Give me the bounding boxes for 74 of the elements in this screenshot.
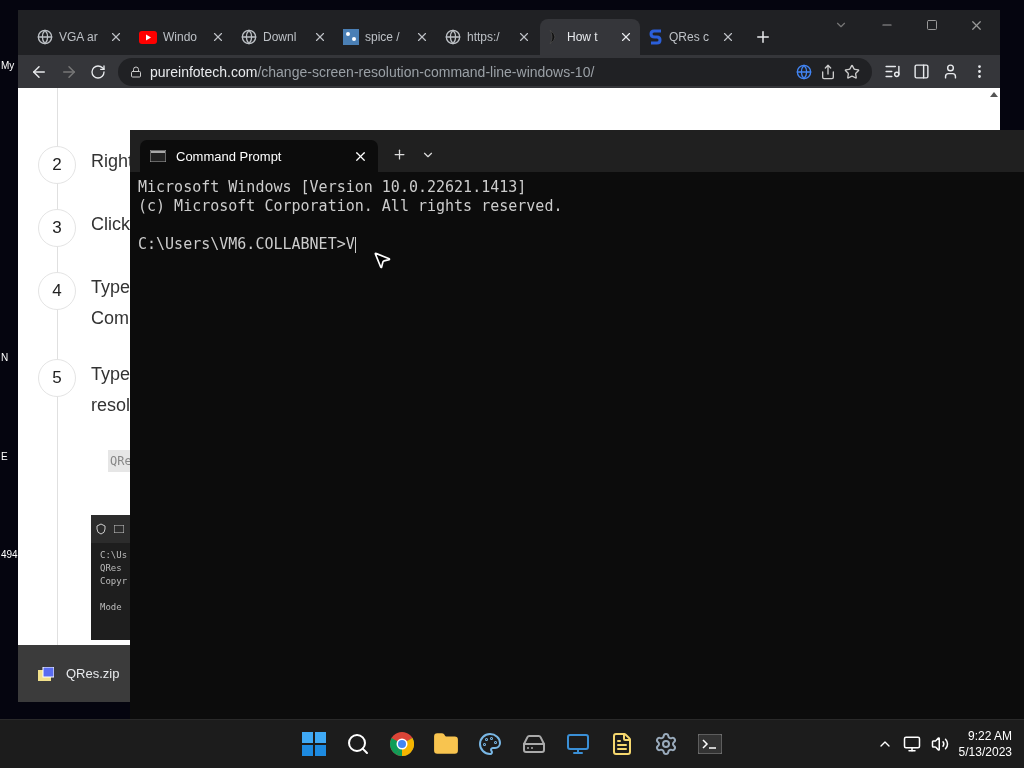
drive-icon[interactable] xyxy=(522,732,546,756)
close-icon[interactable] xyxy=(619,30,633,44)
console-text: Microsoft Windows [Version 10.0.22621.1413] xyxy=(138,178,528,197)
browser-tab[interactable]: VGA ar xyxy=(30,19,130,55)
mouse-pointer-icon xyxy=(372,250,392,270)
browser-tab[interactable]: https:/ xyxy=(438,19,538,55)
profile-icon[interactable] xyxy=(942,63,959,80)
new-tab-icon[interactable] xyxy=(754,28,772,46)
console-icon xyxy=(114,525,124,533)
lock-icon xyxy=(130,65,142,78)
clock[interactable]: 9:22 AM 5/13/2023 xyxy=(958,728,1012,760)
console-text: Copyr xyxy=(99,575,129,588)
browser-tab[interactable]: How t xyxy=(540,19,640,55)
new-tab-icon[interactable] xyxy=(392,147,407,162)
start-icon[interactable] xyxy=(302,732,326,756)
browser-tab[interactable]: QRes c xyxy=(642,19,742,55)
close-icon[interactable] xyxy=(313,30,327,44)
code-snippet: QRe xyxy=(108,450,132,472)
desktop-icon-label: 494 xyxy=(1,549,18,560)
scroll-up-icon[interactable] xyxy=(990,92,998,97)
step-text: resol xyxy=(91,394,131,417)
notepad-icon[interactable] xyxy=(610,732,634,756)
browser-icon[interactable] xyxy=(390,732,414,756)
browser-tab[interactable]: spice / xyxy=(336,19,436,55)
zip-file-icon xyxy=(38,666,54,681)
step-number: 2 xyxy=(38,146,76,184)
url-text: pureinfotech.com/change-screen-resolution-command-line-windows-10/ xyxy=(150,63,595,80)
video-icon xyxy=(139,30,157,44)
desktop-icon-label: E xyxy=(1,451,8,462)
browser-tab[interactable]: Downl xyxy=(234,19,334,55)
share-icon[interactable] xyxy=(820,63,836,80)
palette-icon[interactable] xyxy=(478,732,502,756)
step-text: Type xyxy=(91,363,131,386)
step-number: 5 xyxy=(38,359,76,397)
console-icon xyxy=(150,150,166,162)
step-number: 3 xyxy=(38,209,76,247)
close-icon[interactable] xyxy=(969,18,984,33)
command-line[interactable]: C:\Users\VM6.COLLABNET>V xyxy=(138,235,1016,254)
close-icon[interactable] xyxy=(517,30,531,44)
terminal-tab[interactable]: Command Prompt xyxy=(140,140,378,172)
browser-tab[interactable]: Windo xyxy=(132,19,232,55)
site-icon xyxy=(649,29,663,45)
reload-icon[interactable] xyxy=(90,63,106,80)
star-icon[interactable] xyxy=(844,63,860,80)
step-text: Click xyxy=(91,213,130,236)
step-text: Com xyxy=(91,307,130,330)
tab-title: Command Prompt xyxy=(176,148,283,164)
media-icon[interactable] xyxy=(884,63,901,80)
console-text: Mode xyxy=(99,601,123,614)
folder-icon[interactable] xyxy=(433,731,459,757)
download-filename[interactable]: QRes.zip xyxy=(66,666,120,681)
side-panel-icon[interactable] xyxy=(913,63,930,80)
close-icon[interactable] xyxy=(415,30,429,44)
maximize-icon[interactable] xyxy=(926,19,938,31)
console-text: C:\Us xyxy=(99,549,129,562)
monitor-icon[interactable] xyxy=(566,732,590,756)
close-icon[interactable] xyxy=(211,30,225,44)
desktop-icon-label: N xyxy=(1,352,9,363)
terminal-icon[interactable] xyxy=(698,734,722,754)
settings-icon[interactable] xyxy=(654,732,678,756)
shield-icon xyxy=(96,523,106,535)
address-bar[interactable]: pureinfotech.com/change-screen-resolution-command-line-windows-10/ xyxy=(118,57,872,86)
search-icon[interactable] xyxy=(346,732,370,756)
step-number: 4 xyxy=(38,272,76,310)
step-text: Type xyxy=(91,276,131,299)
close-icon[interactable] xyxy=(109,30,123,44)
globe-icon xyxy=(37,29,53,45)
volume-icon[interactable] xyxy=(930,735,949,753)
desktop-icon-label: My xyxy=(1,60,15,71)
console-text: QRes xyxy=(99,562,123,575)
globe-icon xyxy=(241,29,257,45)
globe-icon xyxy=(445,29,461,45)
close-icon[interactable] xyxy=(721,30,735,44)
console-text: (c) Microsoft Corporation. All rights reserved. xyxy=(138,197,564,216)
